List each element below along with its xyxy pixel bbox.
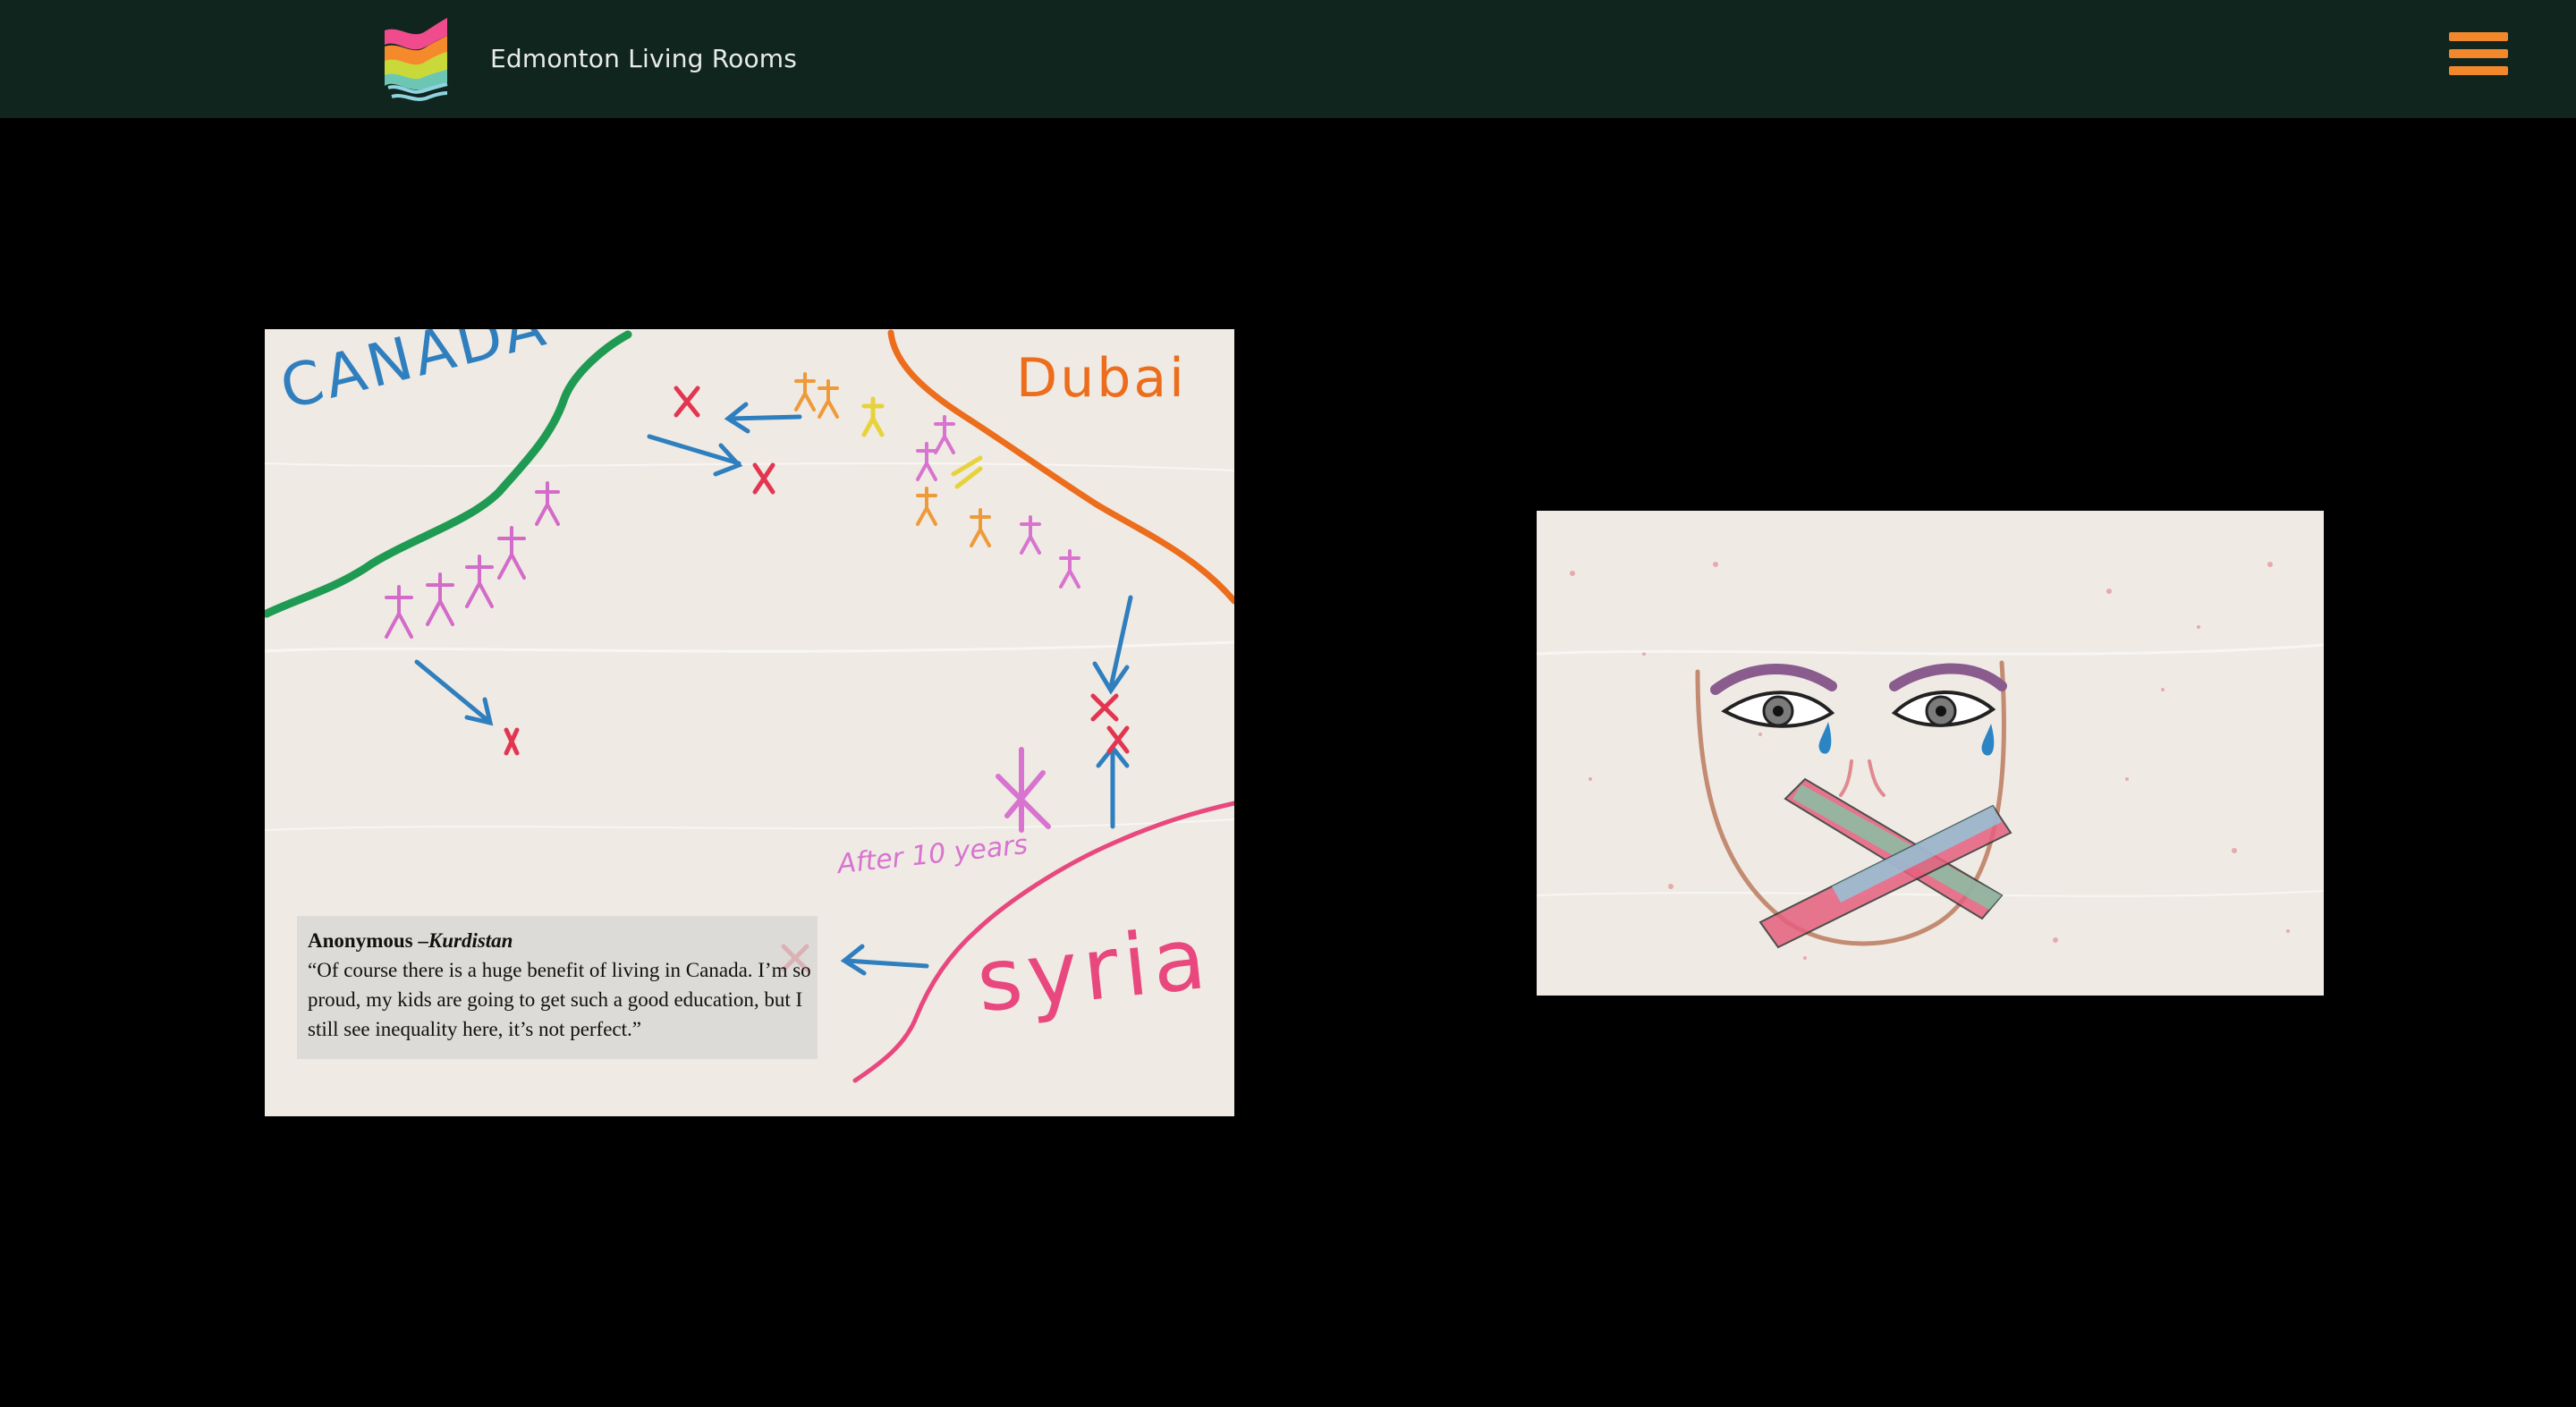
caption-separator: – [412,929,428,952]
caption-author-line: Anonymous –Kurdistan [308,927,818,955]
menu-bar [2449,66,2508,75]
hamburger-menu-icon[interactable] [2449,29,2508,81]
site-title[interactable]: Edmonton Living Rooms [490,39,797,79]
menu-bar [2449,49,2508,58]
face-drawing-artwork[interactable] [1537,511,2324,996]
caption-quote: “Of course there is a huge benefit of li… [308,959,811,1040]
dubai-label: Dubai [1016,347,1187,410]
caption-author: Anonymous [308,929,413,952]
artwork-caption: Anonymous –Kurdistan “Of course there is… [297,916,818,1059]
site-header: Edmonton Living Rooms [0,0,2576,118]
taped-mouth-face-drawing [1537,562,2324,960]
caption-origin: Kurdistan [428,929,513,952]
menu-bar [2449,32,2508,41]
map-drawing-artwork[interactable]: CANADA Dubai syria After 10 years Anonym… [265,329,1234,1116]
edmonton-living-rooms-logo[interactable] [381,13,449,104]
